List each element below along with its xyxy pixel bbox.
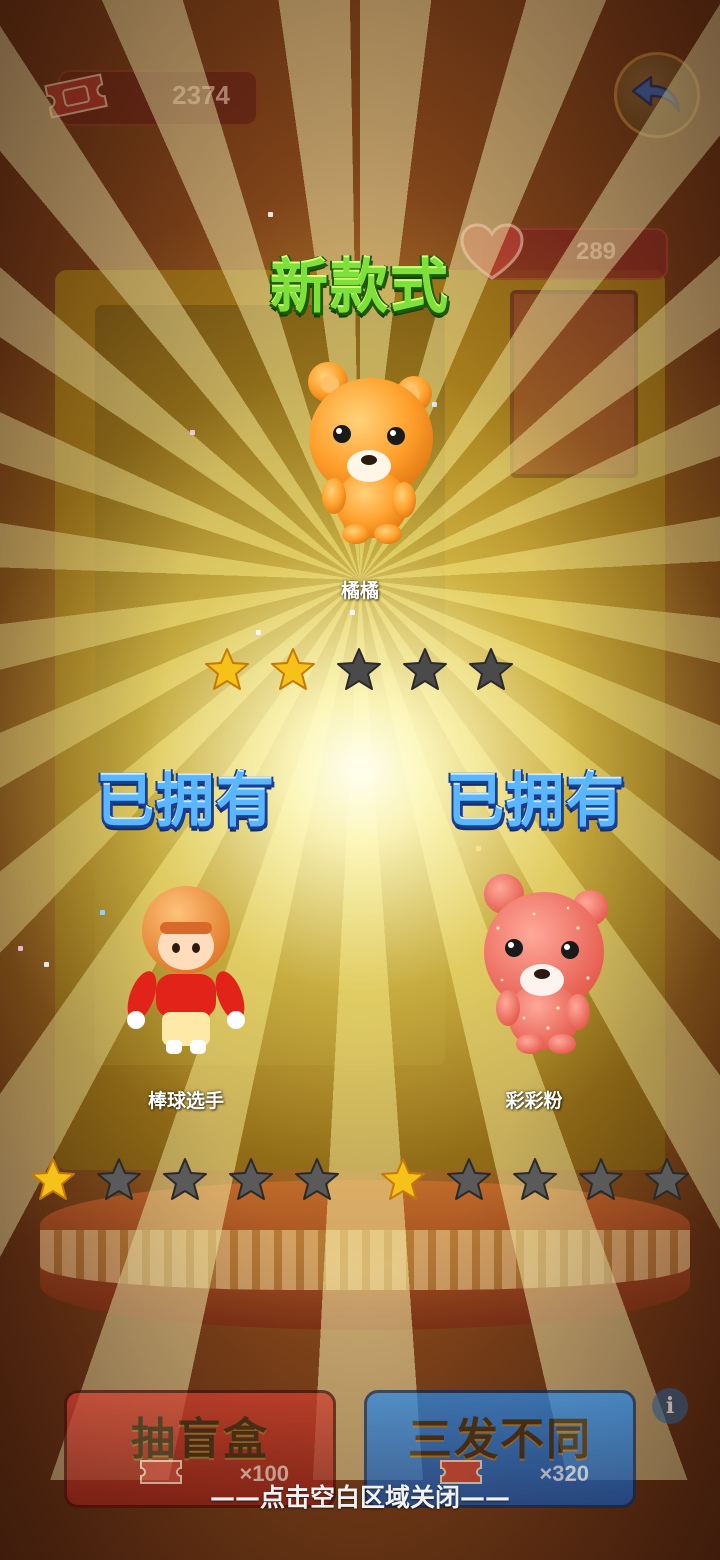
star-filled-icon <box>205 648 249 690</box>
confetti <box>350 610 355 615</box>
owned-item-name-1: 棒球选手 <box>147 1090 224 1112</box>
draw-button-label: 抽盲盒 <box>131 1414 269 1465</box>
owned-label-right: 已拥有 <box>445 767 626 835</box>
star-empty-icon <box>229 1158 273 1200</box>
star-empty-icon <box>295 1158 339 1200</box>
confetti <box>18 946 23 951</box>
star-empty-icon <box>337 648 381 690</box>
confetti <box>190 430 195 435</box>
confetti <box>476 846 481 851</box>
close-hint-text[interactable]: ——点击空白区域关闭—— <box>0 1478 720 1514</box>
new-item-stars <box>204 646 514 692</box>
baseball-player-figure <box>127 886 245 1054</box>
owned-item-stars-2 <box>380 1156 690 1202</box>
bear-orange-figure <box>308 362 433 544</box>
star-empty-icon <box>163 1158 207 1200</box>
star-empty-icon <box>513 1158 557 1200</box>
star-empty-icon <box>579 1158 623 1200</box>
triple-button-label: 三发不同 <box>408 1414 592 1465</box>
star-filled-icon <box>31 1158 75 1200</box>
star-empty-icon <box>447 1158 491 1200</box>
bear-pink-glitter-figure <box>484 874 608 1054</box>
star-empty-icon <box>403 648 447 690</box>
owned-item-name-2: 彩彩粉 <box>505 1090 563 1112</box>
new-item-name: 橘橘 <box>340 580 379 602</box>
confetti <box>256 630 261 635</box>
star-empty-icon <box>469 648 513 690</box>
star-filled-icon <box>271 648 315 690</box>
new-style-title: 新款式 <box>269 253 450 321</box>
star-empty-icon <box>97 1158 141 1200</box>
star-empty-icon <box>645 1158 689 1200</box>
owned-label-left: 已拥有 <box>95 767 276 835</box>
confetti <box>100 910 105 915</box>
confetti <box>44 962 49 967</box>
owned-item-stars-1 <box>30 1156 340 1202</box>
star-filled-icon <box>381 1158 425 1200</box>
info-icon[interactable]: i <box>652 1388 688 1424</box>
confetti <box>268 212 273 217</box>
